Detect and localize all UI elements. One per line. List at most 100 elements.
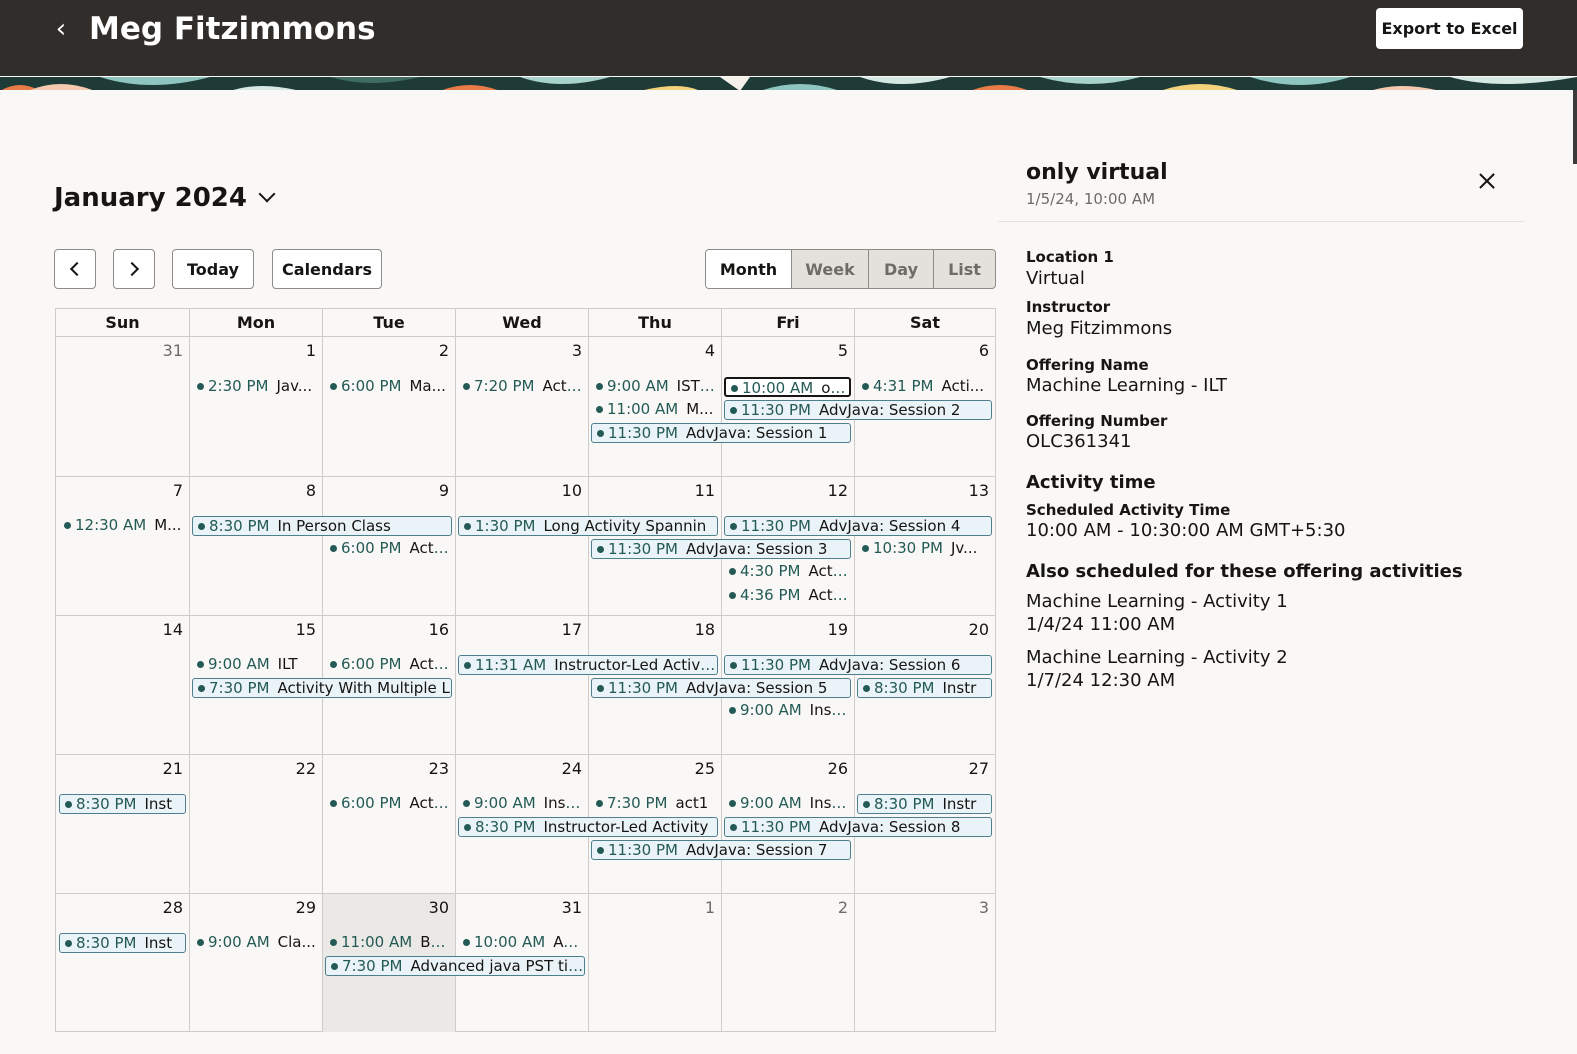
day-cell[interactable]: 3: [854, 893, 995, 1032]
day-cell[interactable]: 1: [189, 337, 322, 476]
calendar-event[interactable]: 6:00 PM Act ...: [325, 655, 452, 674]
day-cell[interactable]: 22: [189, 754, 322, 893]
calendar-event[interactable]: 11:31 AM Instructor-Led Activity: [458, 655, 718, 675]
day-number[interactable]: 24: [562, 759, 582, 779]
calendar-event[interactable]: 10:00 AM on...: [724, 377, 851, 397]
day-number[interactable]: 12: [828, 481, 848, 501]
calendar-event[interactable]: 6:00 PM Act ...: [325, 539, 452, 558]
day-cell[interactable]: 7: [56, 476, 189, 615]
calendar-event[interactable]: 8:30 PM In Person Class: [192, 516, 452, 536]
calendar-event[interactable]: 11:00 AM M...: [591, 400, 718, 419]
scrollbar[interactable]: [1573, 90, 1577, 164]
calendar-event[interactable]: 9:00 AM ILT: [192, 655, 319, 674]
calendar-event[interactable]: 9:00 AM Inst...: [724, 794, 851, 813]
calendar-event[interactable]: 9:00 AM Inst...: [458, 794, 585, 813]
day-number[interactable]: 19: [828, 620, 848, 640]
day-number[interactable]: 6: [979, 341, 989, 361]
calendar-event[interactable]: 4:31 PM Acti...: [857, 377, 992, 396]
day-number[interactable]: 16: [429, 620, 449, 640]
day-number[interactable]: 18: [695, 620, 715, 640]
day-number[interactable]: 2: [838, 898, 848, 918]
day-number[interactable]: 1: [306, 341, 316, 361]
close-icon[interactable]: [1476, 170, 1498, 192]
calendar-event[interactable]: 7:20 PM Acti...: [458, 377, 585, 396]
day-number[interactable]: 26: [828, 759, 848, 779]
day-cell[interactable]: 2: [322, 337, 455, 476]
view-month-button[interactable]: Month: [706, 250, 791, 288]
day-cell[interactable]: 29: [189, 893, 322, 1032]
calendar-event[interactable]: 4:30 PM Acti...: [724, 562, 851, 581]
calendar-event[interactable]: 10:30 PM Jv...: [857, 539, 992, 558]
day-number[interactable]: 31: [562, 898, 582, 918]
day-cell[interactable]: 21: [56, 754, 189, 893]
day-number[interactable]: 7: [173, 481, 183, 501]
month-selector[interactable]: January 2024: [54, 180, 276, 216]
calendar-event[interactable]: 7:30 PM Advanced java PST time: [325, 956, 585, 976]
calendar-event[interactable]: 11:30 PM AdvJava: Session 2: [724, 400, 992, 420]
day-number[interactable]: 30: [429, 898, 449, 918]
day-number[interactable]: 31: [163, 341, 183, 361]
calendar-event[interactable]: 12:30 AM M...: [59, 516, 186, 535]
day-number[interactable]: 5: [838, 341, 848, 361]
view-week-button[interactable]: Week: [791, 250, 868, 288]
day-number[interactable]: 28: [163, 898, 183, 918]
calendar-event[interactable]: 11:30 PM AdvJava: Session 6: [724, 655, 992, 675]
day-number[interactable]: 1: [705, 898, 715, 918]
calendar-event[interactable]: 8:30 PM Instr: [857, 794, 992, 814]
view-day-button[interactable]: Day: [868, 250, 933, 288]
calendar-event[interactable]: 11:30 PM AdvJava: Session 3: [591, 539, 851, 559]
day-number[interactable]: 11: [695, 481, 715, 501]
calendar-event[interactable]: 9:00 AM Inst...: [724, 701, 851, 720]
next-month-button[interactable]: [113, 249, 155, 289]
day-number[interactable]: 15: [296, 620, 316, 640]
calendar-event[interactable]: 8:30 PM Instr: [857, 678, 992, 698]
day-cell[interactable]: 17: [455, 615, 588, 754]
day-number[interactable]: 10: [562, 481, 582, 501]
today-button[interactable]: Today: [172, 249, 254, 289]
day-number[interactable]: 2: [439, 341, 449, 361]
day-cell[interactable]: 31: [56, 337, 189, 476]
export-to-excel-button[interactable]: Export to Excel: [1376, 8, 1523, 49]
calendar-event[interactable]: 7:30 PM Activity With Multiple L: [192, 678, 452, 698]
day-number[interactable]: 3: [979, 898, 989, 918]
calendar-event[interactable]: 6:00 PM Ma...: [325, 377, 452, 396]
calendar-event[interactable]: 6:00 PM Act ...: [325, 794, 452, 813]
day-cell[interactable]: 2: [721, 893, 854, 1032]
calendar-event[interactable]: 11:30 PM AdvJava: Session 4: [724, 516, 992, 536]
calendar-event[interactable]: 8:30 PM Inst: [59, 933, 186, 953]
day-number[interactable]: 8: [306, 481, 316, 501]
calendar-event[interactable]: 8:30 PM Instructor-Led Activity: [458, 817, 718, 837]
previous-month-button[interactable]: [54, 249, 96, 289]
calendar-event[interactable]: 10:00 AM Ac...: [458, 933, 585, 952]
calendar-event[interactable]: 11:30 PM AdvJava: Session 1: [591, 423, 851, 443]
calendar-event[interactable]: 11:00 AM Ba...: [325, 933, 452, 952]
calendar-event[interactable]: 7:30 PM act1: [591, 794, 718, 813]
back-arrow-icon[interactable]: ‹: [48, 14, 74, 44]
view-list-button[interactable]: List: [933, 250, 995, 288]
calendar-event[interactable]: 9:00 AM Cla...: [192, 933, 319, 952]
day-number[interactable]: 13: [969, 481, 989, 501]
day-number[interactable]: 21: [163, 759, 183, 779]
day-number[interactable]: 27: [969, 759, 989, 779]
calendar-event[interactable]: 2:30 PM Jav...: [192, 377, 319, 396]
day-number[interactable]: 22: [296, 759, 316, 779]
day-number[interactable]: 9: [439, 481, 449, 501]
day-number[interactable]: 4: [705, 341, 715, 361]
day-cell[interactable]: 1: [588, 893, 721, 1032]
calendar-event[interactable]: 11:30 PM AdvJava: Session 5: [591, 678, 851, 698]
day-number[interactable]: 23: [429, 759, 449, 779]
day-number[interactable]: 17: [562, 620, 582, 640]
calendar-event[interactable]: 9:00 AM IST ...: [591, 377, 718, 396]
day-number[interactable]: 3: [572, 341, 582, 361]
calendar-event[interactable]: 4:36 PM Acti...: [724, 586, 851, 605]
day-cell[interactable]: 3: [455, 337, 588, 476]
day-number[interactable]: 14: [163, 620, 183, 640]
calendars-button[interactable]: Calendars: [272, 249, 382, 289]
day-number[interactable]: 25: [695, 759, 715, 779]
day-cell[interactable]: 28: [56, 893, 189, 1032]
calendar-event[interactable]: 1:30 PM Long Activity Spannin: [458, 516, 718, 536]
calendar-event[interactable]: 11:30 PM AdvJava: Session 8: [724, 817, 992, 837]
day-number[interactable]: 29: [296, 898, 316, 918]
calendar-event[interactable]: 8:30 PM Inst: [59, 794, 186, 814]
day-cell[interactable]: 8: [189, 476, 322, 615]
